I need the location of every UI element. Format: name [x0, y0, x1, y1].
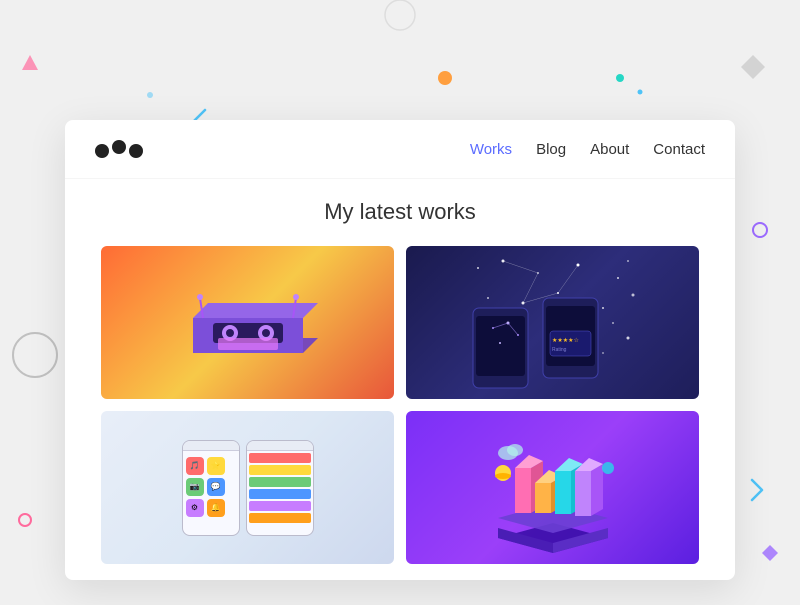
work-item-3d-chart[interactable] — [406, 411, 699, 564]
logo[interactable] — [95, 140, 143, 158]
nav-contact[interactable]: Contact — [653, 141, 705, 158]
svg-text:Rating: Rating — [552, 347, 567, 353]
nav-blog[interactable]: Blog — [536, 141, 566, 158]
navigation: Works Blog About Contact — [65, 120, 735, 179]
work-item-cassette[interactable] — [101, 246, 394, 399]
work-item-mobile-ui[interactable]: 🎵 ⭐ 📷 💬 ⚙ 🔔 — [101, 411, 394, 564]
page-title: My latest works — [65, 179, 735, 240]
logo-icon — [95, 140, 143, 158]
starmap-illustration: ★★★★☆ Rating — [406, 246, 699, 399]
work-item-starmap[interactable]: ★★★★☆ Rating — [406, 246, 699, 399]
nav-works[interactable]: Works — [470, 141, 512, 158]
chart-illustration — [406, 411, 699, 564]
nav-links: Works Blog About Contact — [470, 141, 705, 158]
mobile-ui-illustration: 🎵 ⭐ 📷 💬 ⚙ 🔔 — [101, 411, 394, 564]
main-card: Works Blog About Contact My latest works — [65, 120, 735, 580]
svg-text:★★★★☆: ★★★★☆ — [552, 337, 579, 344]
cassette-illustration — [101, 246, 394, 399]
nav-about[interactable]: About — [590, 141, 629, 158]
works-grid: ★★★★☆ Rating 🎵 ⭐ 📷 — [65, 240, 735, 580]
